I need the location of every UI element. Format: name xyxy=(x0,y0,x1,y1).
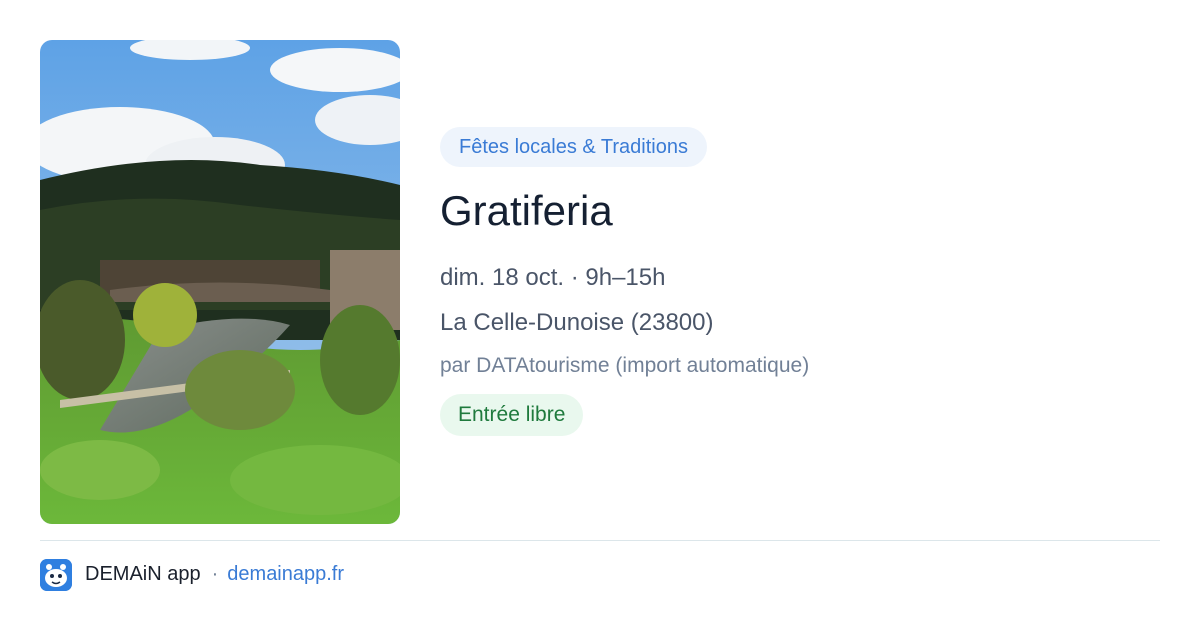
app-name: DEMAiN app xyxy=(85,563,201,585)
price-badge: Entrée libre xyxy=(440,394,584,436)
event-info: Fêtes locales & Traditions Gratiferia di… xyxy=(440,127,809,436)
demain-app-logo-icon xyxy=(40,558,72,591)
footer: DEMAiN app · demainapp.fr xyxy=(40,558,344,591)
category-badge[interactable]: Fêtes locales & Traditions xyxy=(440,127,707,167)
landscape-photo-icon xyxy=(40,40,400,524)
event-location: La Celle-Dunoise (23800) xyxy=(440,309,714,336)
site-link[interactable]: demainapp.fr xyxy=(227,563,344,586)
footer-divider xyxy=(40,540,1160,541)
event-title: Gratiferia xyxy=(440,187,613,234)
event-photo xyxy=(40,40,400,524)
footer-separator: · xyxy=(211,563,219,585)
event-source: par DATAtourisme (import automatique) xyxy=(440,354,810,377)
event-datetime: dim. 18 oct. · 9h–15h xyxy=(440,264,666,291)
